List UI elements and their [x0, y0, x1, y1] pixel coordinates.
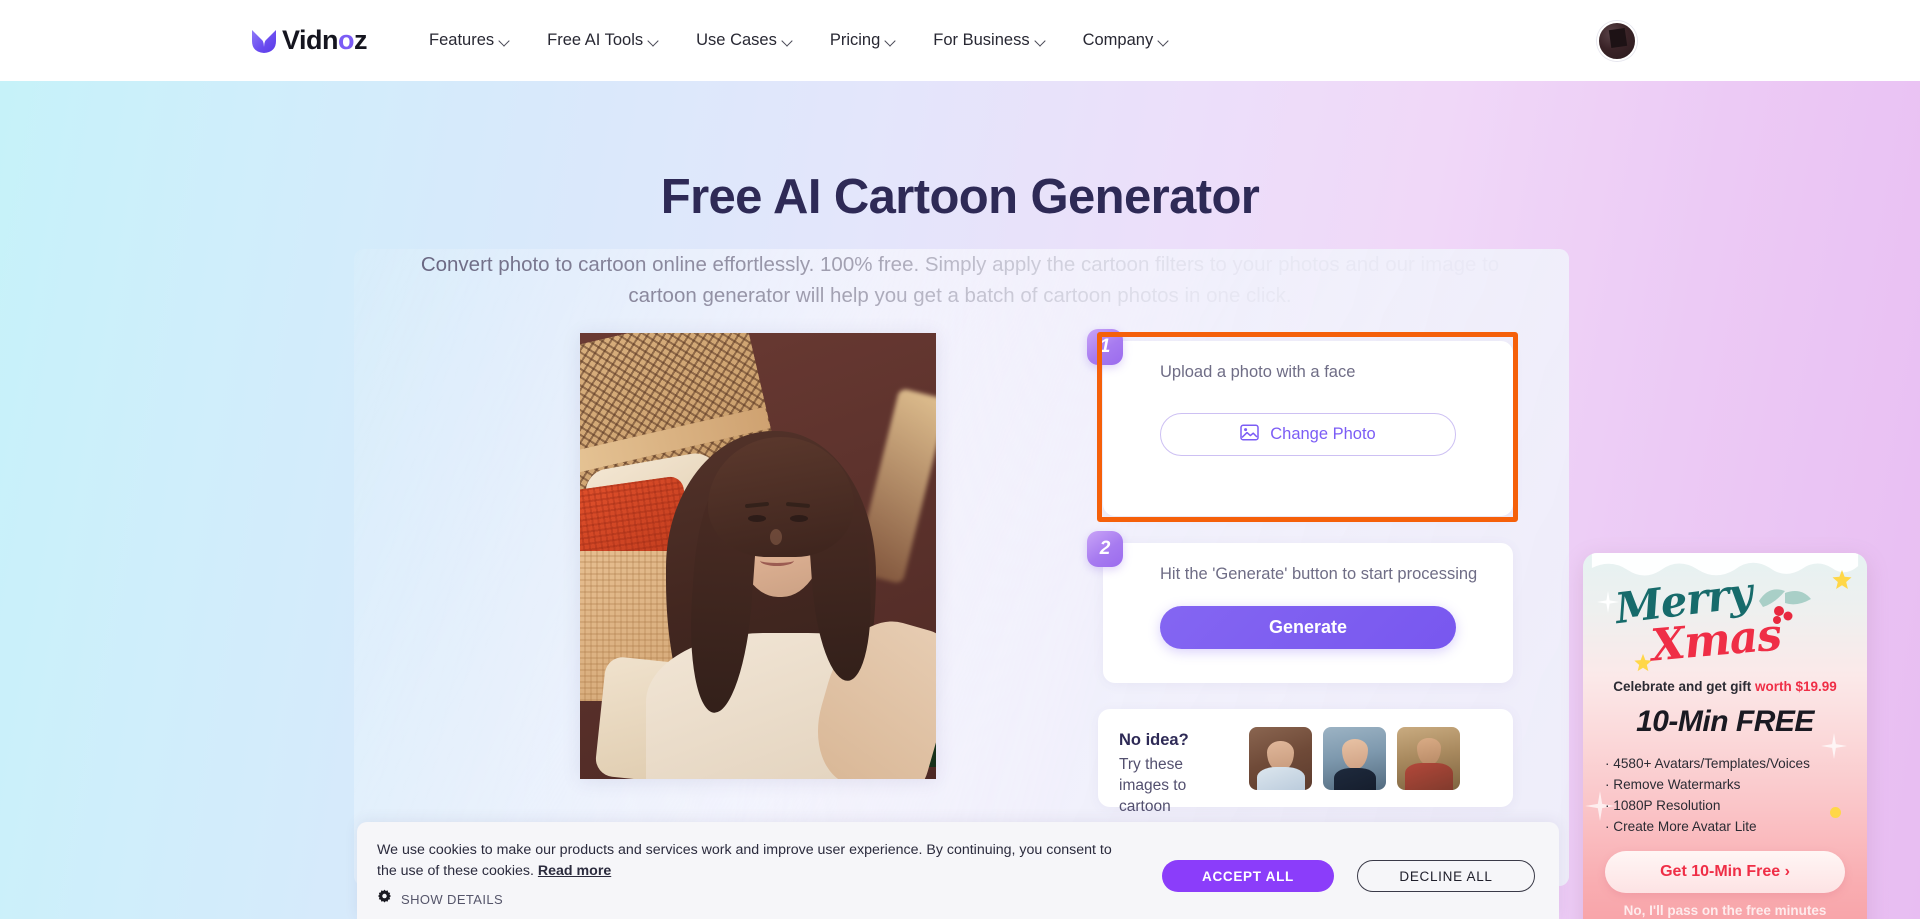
sample-thumbnail[interactable] — [1323, 727, 1386, 790]
sample-thumbnail-list — [1249, 727, 1460, 790]
nav-item-use-cases[interactable]: Use Cases — [678, 31, 812, 50]
logo-wordmark: Vidnoz — [282, 25, 368, 55]
chevron-down-icon — [500, 37, 511, 44]
sample-images-card: No idea? Try these images to cartoon — [1098, 709, 1513, 815]
promo-celebrate-text: Celebrate and get gift worth $19.99 — [1613, 679, 1837, 694]
promo-feature-item: · Create More Avatar Lite — [1605, 819, 1757, 834]
change-photo-button[interactable]: Change Photo — [1160, 413, 1456, 456]
image-photo-icon — [1240, 423, 1259, 446]
nav-label: Use Cases — [696, 31, 777, 49]
chevron-down-icon — [1036, 37, 1047, 44]
nav-label: Features — [429, 31, 495, 49]
nav-item-pricing[interactable]: Pricing — [812, 31, 915, 50]
chevron-down-icon — [1159, 37, 1170, 44]
promo-headline: 10-Min FREE — [1636, 705, 1814, 738]
chevron-down-icon — [783, 37, 794, 44]
promo-dismiss-link[interactable]: No, I'll pass on the free minutes — [1583, 903, 1867, 918]
step-2-generate-card: 2 Hit the 'Generate' button to start pro… — [1087, 531, 1513, 683]
uploaded-photo-preview[interactable] — [580, 333, 936, 779]
decline-all-button[interactable]: DECLINE ALL — [1357, 860, 1535, 892]
nav-item-for-business[interactable]: For Business — [915, 31, 1064, 50]
nav-item-features[interactable]: Features — [411, 31, 529, 50]
xmas-promo-widget: Merry Xmas Celebrate and get gift worth … — [1583, 553, 1867, 919]
page-title: Free AI Cartoon Generator — [660, 170, 1260, 224]
page-root: Vidnoz Features Free AI Tools Use Cases … — [0, 0, 1920, 919]
step-1-badge: 1 — [1087, 329, 1123, 365]
sample-card-title: No idea? — [1119, 731, 1189, 749]
vidnoz-logo[interactable]: Vidnoz — [249, 25, 368, 56]
sample-thumbnail[interactable] — [1397, 727, 1460, 790]
promo-feature-item: · Remove Watermarks — [1605, 777, 1741, 792]
promo-gift-value: worth $19.99 — [1754, 679, 1837, 694]
avatar[interactable] — [1597, 21, 1637, 61]
site-header: Vidnoz Features Free AI Tools Use Cases … — [0, 0, 1920, 81]
gear-icon — [377, 889, 392, 909]
show-details-toggle[interactable]: SHOW DETAILS — [377, 889, 503, 909]
nav-label: For Business — [933, 31, 1030, 49]
nav-item-free-ai-tools[interactable]: Free AI Tools — [529, 31, 678, 50]
main-navigation: Features Free AI Tools Use Cases Pricing… — [411, 31, 1188, 50]
star-icon — [1832, 570, 1852, 589]
step-2-badge: 2 — [1087, 531, 1123, 567]
sample-thumbnail[interactable] — [1249, 727, 1312, 790]
read-more-link[interactable]: Read more — [538, 863, 611, 879]
step-1-upload-card: 1 Upload a photo with a face Change Phot… — [1087, 329, 1513, 516]
vidnoz-v-logo-icon — [249, 26, 279, 56]
promo-feature-list: · 4580+ Avatars/Templates/Voices · Remov… — [1605, 753, 1810, 837]
cookie-consent-banner: We use cookies to make our products and … — [357, 822, 1559, 919]
chevron-down-icon — [649, 37, 660, 44]
accept-all-button[interactable]: ACCEPT ALL — [1162, 860, 1334, 892]
chevron-down-icon — [886, 37, 897, 44]
promo-feature-item: · 1080P Resolution — [1605, 798, 1721, 813]
nav-item-company[interactable]: Company — [1065, 31, 1189, 50]
generate-button[interactable]: Generate — [1160, 606, 1456, 649]
show-details-label: SHOW DETAILS — [401, 891, 504, 907]
dot-icon — [1830, 807, 1841, 818]
step-2-hint: Hit the 'Generate' button to start proce… — [1160, 565, 1478, 583]
get-free-minutes-button[interactable]: Get 10-Min Free › — [1605, 851, 1845, 893]
nav-label: Company — [1082, 31, 1154, 49]
nav-label: Pricing — [829, 31, 881, 49]
step-1-hint: Upload a photo with a face — [1160, 363, 1356, 381]
star-icon — [1634, 653, 1652, 672]
nav-label: Free AI Tools — [547, 31, 644, 49]
promo-feature-item: · 4580+ Avatars/Templates/Voices — [1605, 756, 1810, 771]
sample-card-subtitle: Try these images to cartoon — [1119, 756, 1187, 815]
change-photo-label: Change Photo — [1270, 425, 1376, 443]
cookie-consent-text: We use cookies to make our products and … — [377, 842, 1112, 879]
promo-xmas-text: Xmas — [1649, 609, 1783, 672]
hero-section: Free AI Cartoon Generator Convert photo … — [0, 81, 1920, 919]
